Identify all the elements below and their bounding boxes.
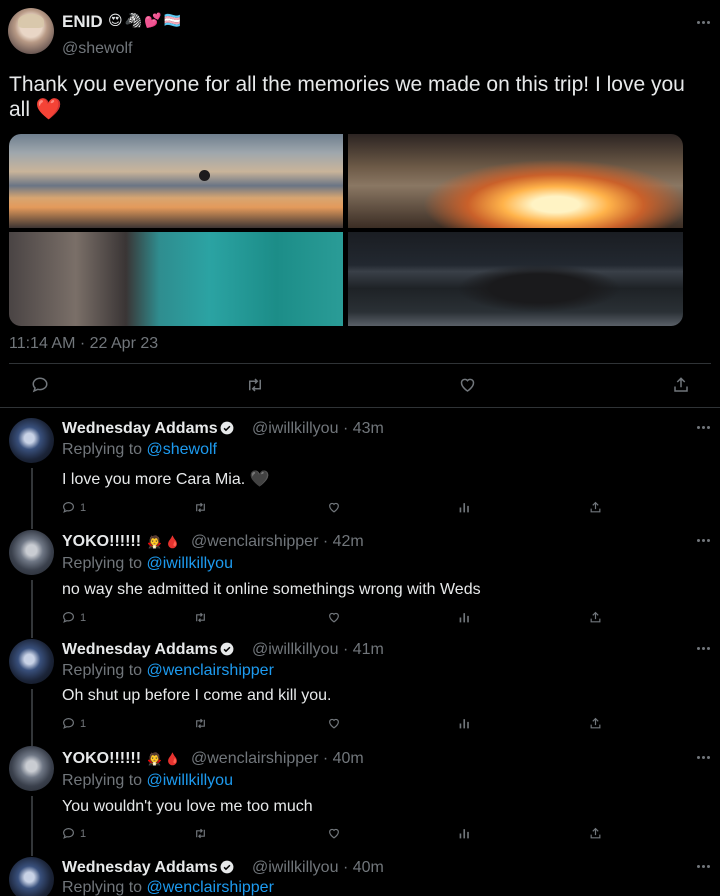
more-icon[interactable] xyxy=(697,539,711,543)
thread-line xyxy=(31,521,33,529)
reply-text: You wouldn't you love me too much xyxy=(62,798,313,815)
thread-line xyxy=(31,847,33,856)
retweet-icon[interactable] xyxy=(245,376,265,394)
views-icon[interactable] xyxy=(458,827,471,840)
reply-count: 1 xyxy=(80,718,87,730)
media-photo-campfire[interactable] xyxy=(348,134,683,228)
reply-author-handle[interactable]: @wenclairshipper · 40m xyxy=(191,750,364,768)
share-icon[interactable] xyxy=(589,501,602,514)
retweet-icon[interactable] xyxy=(193,611,208,624)
replying-to: Replying to @iwillkillyou xyxy=(62,772,233,789)
avatar[interactable] xyxy=(9,530,54,575)
reply-author-handle[interactable]: @wenclairshipper · 42m xyxy=(191,533,364,551)
reply-tweet[interactable]: YOKO!!!!!! 🧛 🩸 @wenclairshipper · 42m Rep… xyxy=(0,521,720,629)
thread-line xyxy=(31,580,33,629)
retweet-icon[interactable] xyxy=(193,717,208,730)
avatar[interactable] xyxy=(9,418,54,463)
like-icon[interactable] xyxy=(327,717,341,730)
avatar[interactable] xyxy=(8,8,54,54)
more-icon[interactable] xyxy=(697,756,711,760)
main-tweet: ENID 😍🦓💕🏳️‍⚧️ @shewolf Thank you everyon… xyxy=(0,0,720,408)
reply-icon[interactable] xyxy=(62,827,75,840)
thread-line xyxy=(31,629,33,638)
media-photo-night-sea[interactable] xyxy=(348,232,683,326)
reply-tweet[interactable]: Wednesday Addams @iwillkillyou · 43m Rep… xyxy=(0,408,720,521)
replying-to: Replying to @shewolf xyxy=(62,441,218,458)
verified-badge-icon xyxy=(220,642,234,661)
share-icon[interactable] xyxy=(672,376,690,394)
mention-link[interactable]: @shewolf xyxy=(147,441,218,458)
views-icon[interactable] xyxy=(458,501,471,514)
reply-text: no way she admitted it online somethings… xyxy=(62,581,481,598)
author-name[interactable]: ENID xyxy=(62,12,103,32)
media-grid xyxy=(9,134,683,326)
reply-tweet[interactable]: Wednesday Addams @iwillkillyou · 41m Rep… xyxy=(0,629,720,737)
more-icon[interactable] xyxy=(697,647,711,651)
mention-link[interactable]: @wenclairshipper xyxy=(147,662,274,679)
reply-text: Oh shut up before I come and kill you. xyxy=(62,687,332,704)
more-icon[interactable] xyxy=(697,426,711,430)
avatar[interactable] xyxy=(9,746,54,791)
share-icon[interactable] xyxy=(589,717,602,730)
reply-text: I love you more Cara Mia. 🖤 xyxy=(62,471,270,488)
avatar[interactable] xyxy=(9,639,54,684)
thread-line xyxy=(31,468,33,521)
divider xyxy=(9,363,711,364)
replying-to: Replying to @wenclairshipper xyxy=(62,662,274,679)
reply-tweet[interactable]: Wednesday Addams @iwillkillyou · 40m Rep… xyxy=(0,847,720,896)
thread-line xyxy=(31,796,33,847)
like-icon[interactable] xyxy=(327,827,341,840)
share-icon[interactable] xyxy=(589,827,602,840)
views-icon[interactable] xyxy=(458,717,471,730)
mention-link[interactable]: @iwillkillyou xyxy=(147,555,233,572)
like-icon[interactable] xyxy=(458,376,477,394)
author-handle[interactable]: @shewolf xyxy=(62,40,133,58)
reply-tweet[interactable]: YOKO!!!!!! 🧛 🩸 @wenclairshipper · 40m Rep… xyxy=(0,737,720,847)
thread-line xyxy=(31,689,33,737)
reply-author-name[interactable]: Wednesday Addams xyxy=(62,641,234,661)
retweet-icon[interactable] xyxy=(193,827,208,840)
mention-link[interactable]: @wenclairshipper xyxy=(147,879,274,896)
views-icon[interactable] xyxy=(458,611,471,624)
author-emoji: 😍🦓💕🏳️‍⚧️ xyxy=(108,12,183,28)
reply-icon[interactable] xyxy=(62,611,75,624)
reply-author-handle[interactable]: @iwillkillyou · 41m xyxy=(252,641,384,659)
media-photo-cliff-water[interactable] xyxy=(9,232,343,326)
reply-count: 1 xyxy=(80,612,87,624)
replying-to: Replying to @wenclairshipper xyxy=(62,879,274,896)
reply-author-name[interactable]: Wednesday Addams xyxy=(62,420,234,440)
reply-author-name[interactable]: Wednesday Addams xyxy=(62,859,234,879)
avatar[interactable] xyxy=(9,857,54,896)
like-icon[interactable] xyxy=(327,501,341,514)
tweet-text: Thank you everyone for all the memories … xyxy=(9,73,685,121)
reply-icon[interactable] xyxy=(62,501,75,514)
retweet-icon[interactable] xyxy=(193,501,208,514)
reply-author-handle[interactable]: @iwillkillyou · 43m xyxy=(252,420,384,438)
reply-author-name[interactable]: YOKO!!!!!! 🧛 🩸 xyxy=(62,533,180,551)
reply-count: 1 xyxy=(80,828,87,840)
reply-icon[interactable] xyxy=(62,717,75,730)
thread-line xyxy=(31,737,33,746)
replying-to: Replying to @iwillkillyou xyxy=(62,555,233,572)
verified-badge-icon xyxy=(220,860,234,879)
share-icon[interactable] xyxy=(589,611,602,624)
reply-author-handle[interactable]: @iwillkillyou · 40m xyxy=(252,859,384,877)
verified-badge-icon xyxy=(220,421,234,440)
like-icon[interactable] xyxy=(327,611,341,624)
media-photo-beach-sunset[interactable] xyxy=(9,134,343,228)
mention-link[interactable]: @iwillkillyou xyxy=(147,772,233,789)
more-icon[interactable] xyxy=(697,21,711,25)
reply-icon[interactable] xyxy=(31,376,49,394)
tweet-timestamp[interactable]: 11:14 AM · 22 Apr 23 xyxy=(9,335,158,353)
reply-count: 1 xyxy=(80,502,87,514)
more-icon[interactable] xyxy=(697,865,711,869)
reply-author-name[interactable]: YOKO!!!!!! 🧛 🩸 xyxy=(62,750,180,768)
